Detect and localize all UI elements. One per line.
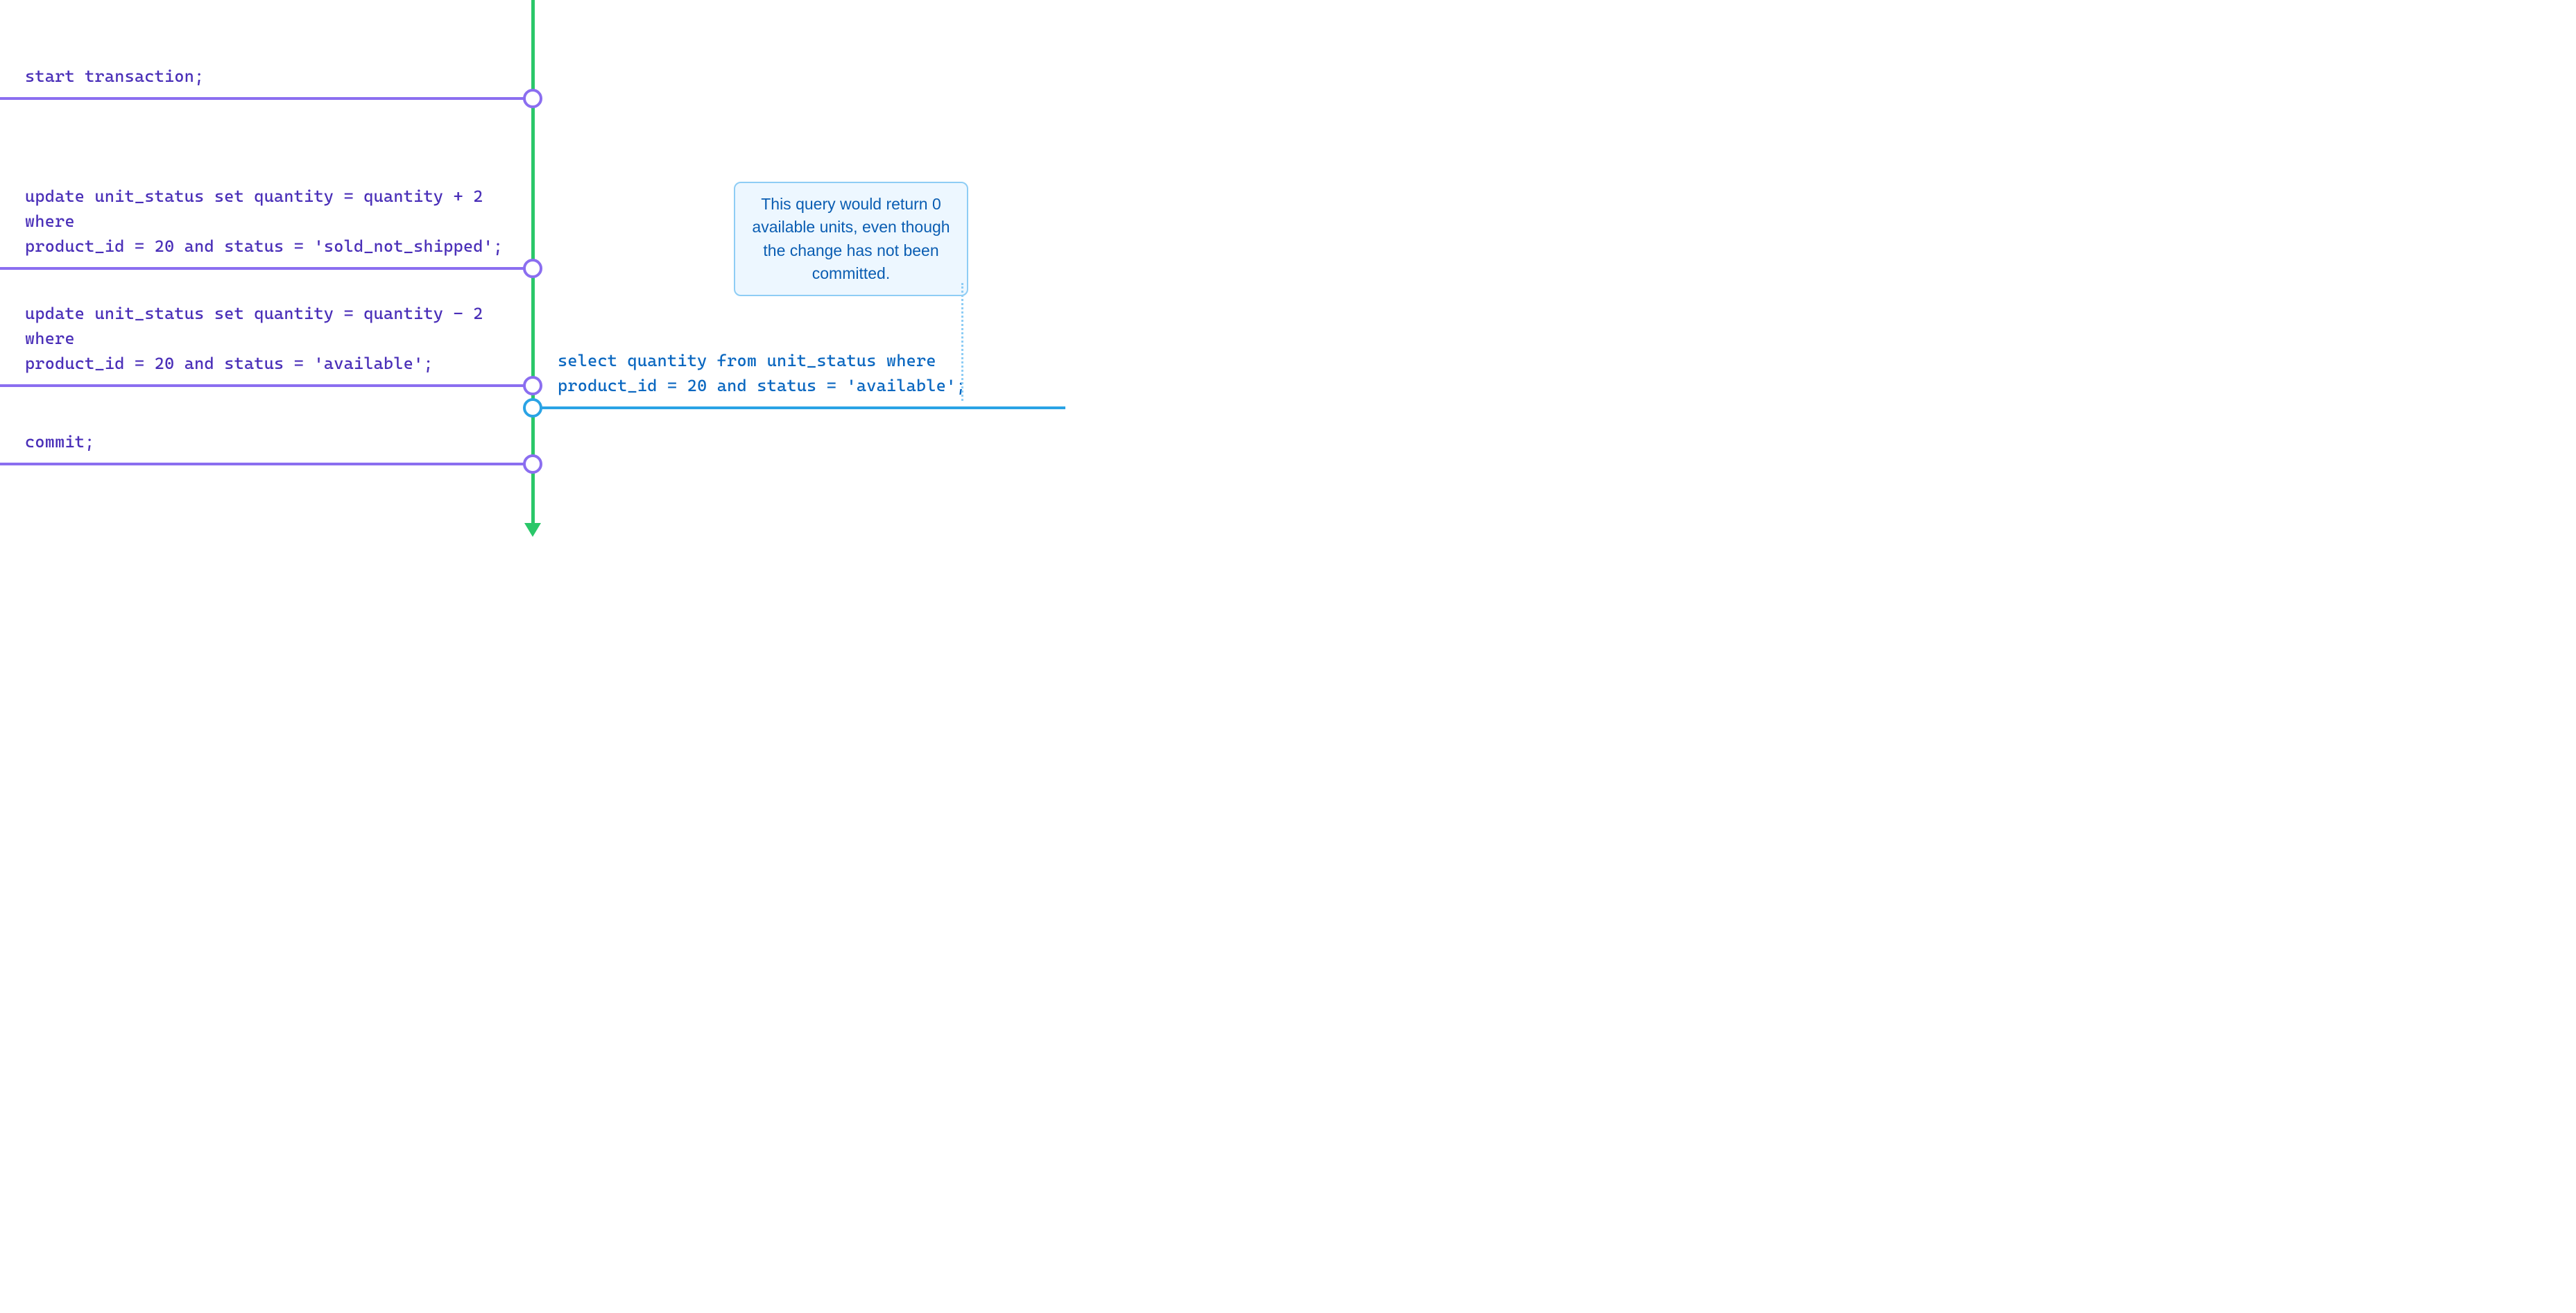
- txn-event-commit: commit;: [0, 429, 533, 465]
- callout-box: This query would return 0 available unit…: [734, 182, 968, 296]
- code-text: update unit_status set quantity = quanti…: [0, 184, 533, 267]
- txn-event-update-sold: update unit_status set quantity = quanti…: [0, 184, 533, 270]
- code-text: select quantity from unit_status where p…: [533, 348, 1065, 406]
- event-line: [0, 97, 533, 100]
- event-dot-icon: [523, 259, 542, 278]
- event-dot-icon: [523, 89, 542, 108]
- code-text: commit;: [0, 429, 533, 463]
- event-line: [0, 267, 533, 270]
- callout-text: This query would return 0 available unit…: [752, 195, 950, 282]
- event-line: [0, 384, 533, 387]
- event-line: [0, 463, 533, 465]
- txn-event-update-available: update unit_status set quantity = quanti…: [0, 301, 533, 387]
- event-line: [533, 406, 1065, 409]
- event-dot-icon: [523, 398, 542, 418]
- arrow-down-icon: [524, 523, 541, 537]
- txn-event-start: start transaction;: [0, 64, 533, 100]
- session2-event-select: select quantity from unit_status where p…: [533, 348, 1065, 409]
- callout-connector: [961, 283, 963, 401]
- code-text: start transaction;: [0, 64, 533, 97]
- event-dot-icon: [523, 454, 542, 474]
- code-text: update unit_status set quantity = quanti…: [0, 301, 533, 384]
